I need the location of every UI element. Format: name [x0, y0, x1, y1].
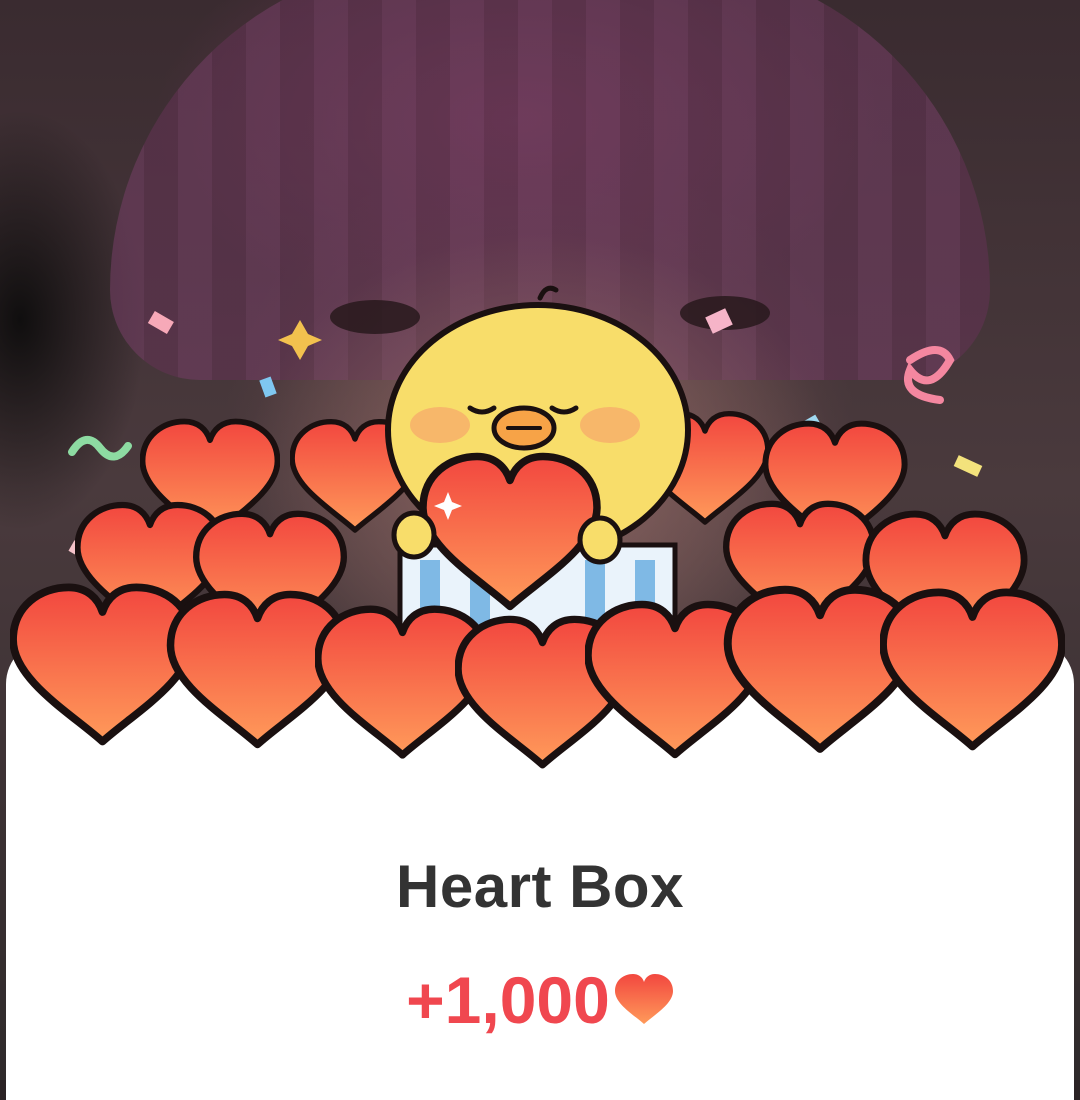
heart-box-illustration: [0, 285, 1080, 800]
reward-title: Heart Box: [396, 853, 684, 920]
heart-icon: [614, 972, 674, 1028]
reward-amount-row: +1,000: [0, 962, 1080, 1038]
reward-amount: +1,000: [406, 963, 610, 1037]
